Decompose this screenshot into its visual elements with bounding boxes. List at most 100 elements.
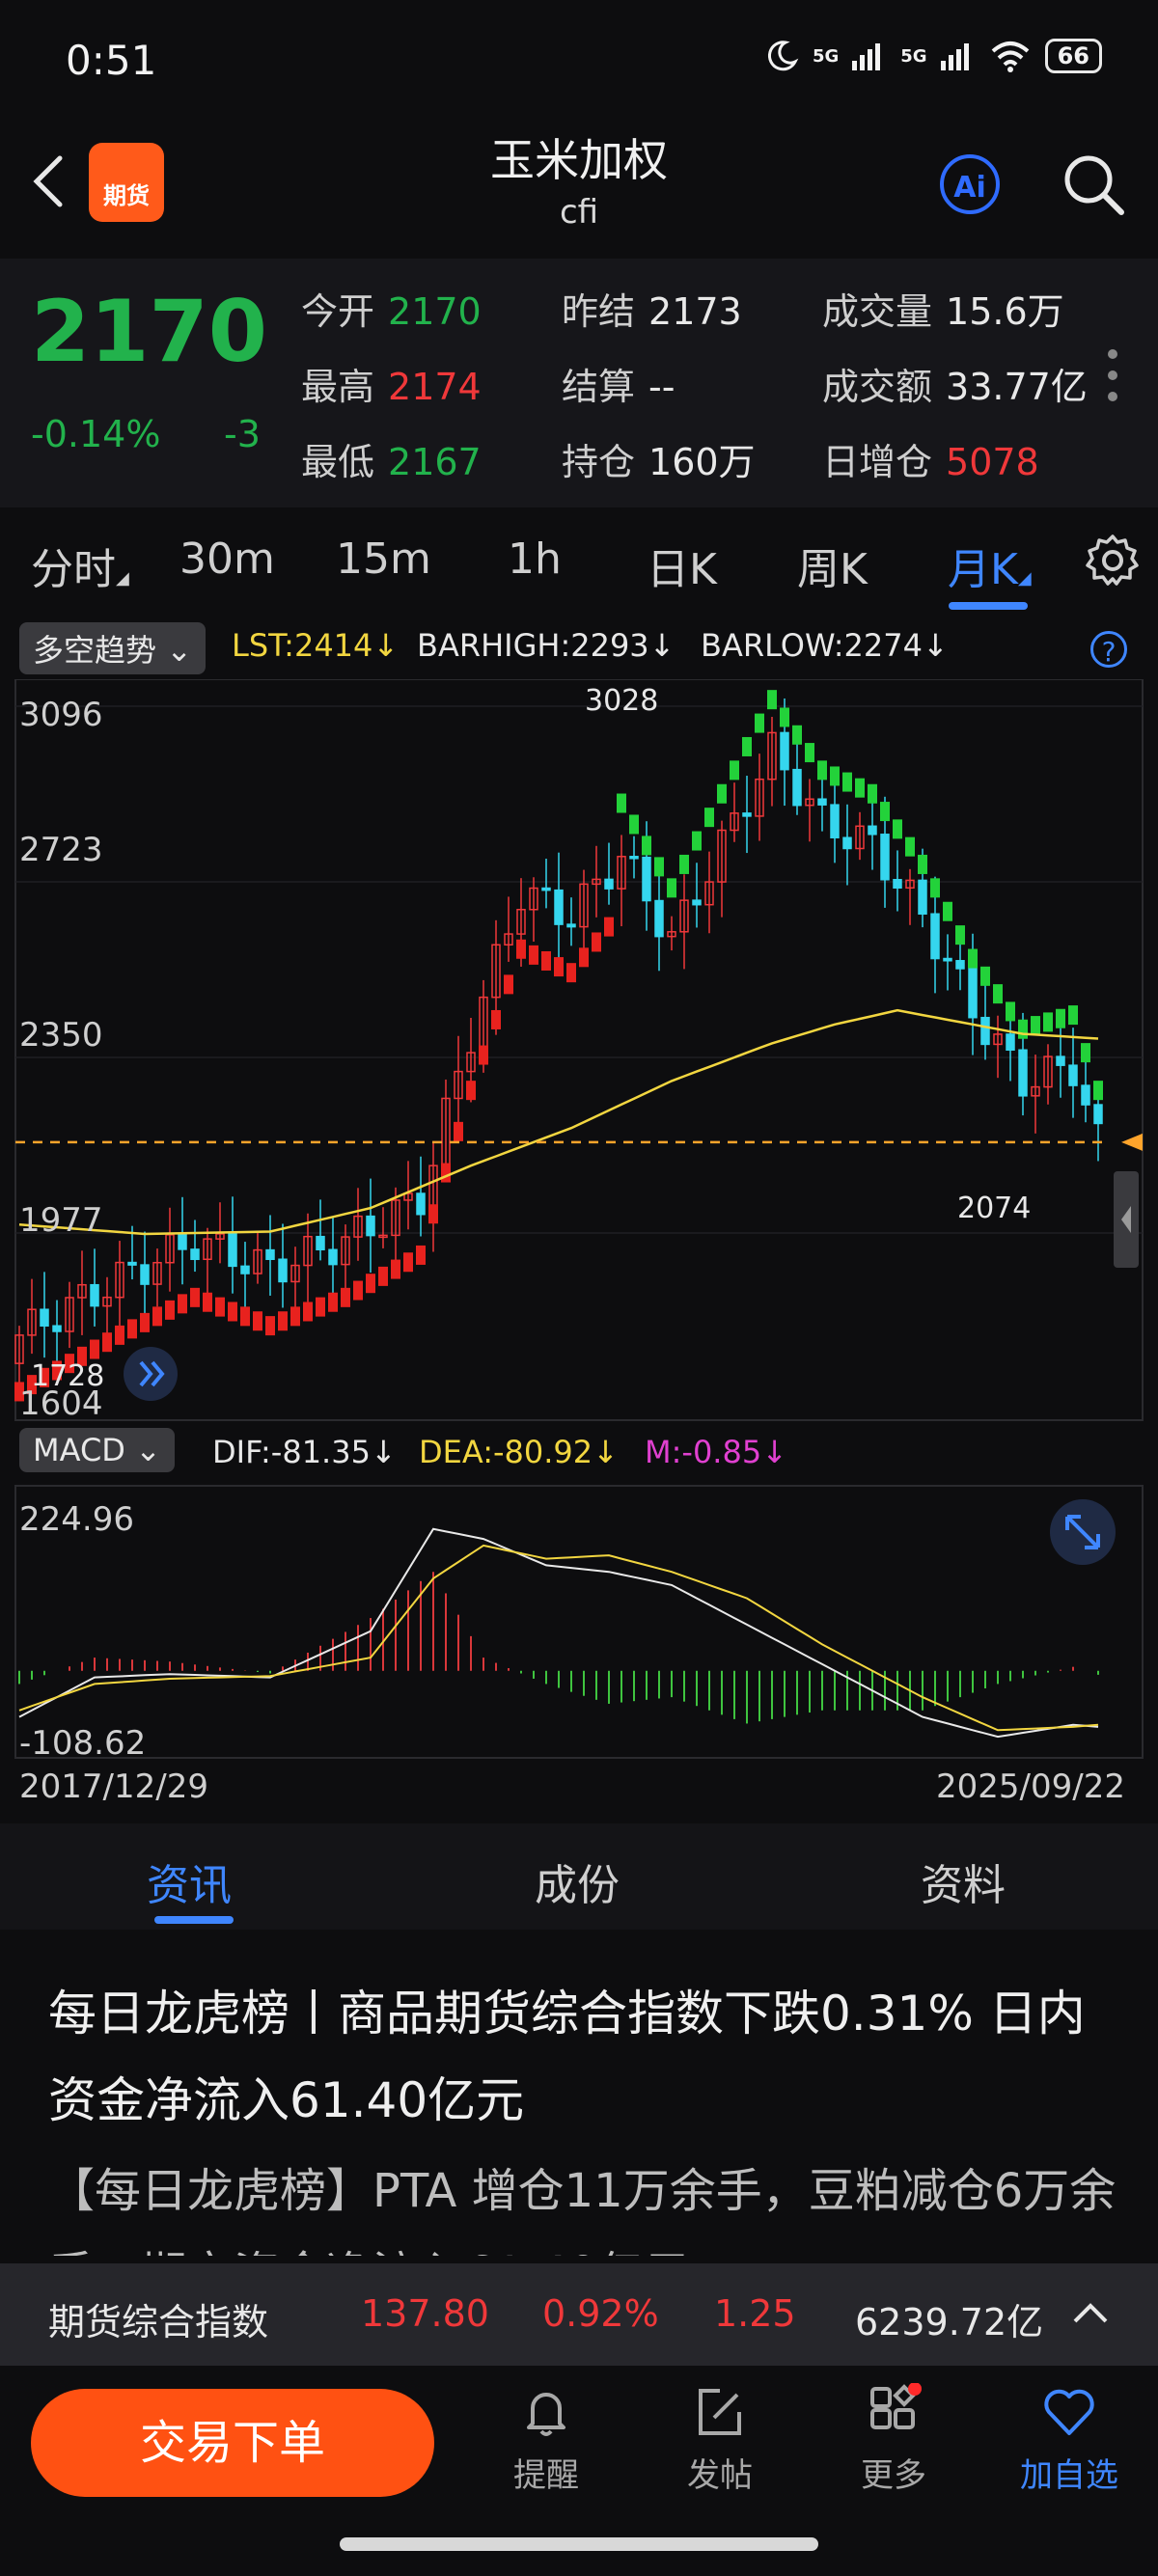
trend-down-marker — [1081, 1043, 1090, 1063]
sub-indicator-select[interactable]: MACD ⌄ — [19, 1428, 175, 1472]
trend-down-marker — [792, 725, 802, 745]
candle-body — [642, 856, 651, 902]
macd-border — [14, 1485, 1144, 1759]
nav-more[interactable]: 更多 — [836, 2383, 951, 2496]
trend-up-marker — [479, 1045, 488, 1065]
tab-day-k[interactable]: 日K — [647, 534, 717, 596]
nav-remind[interactable]: 提醒 — [488, 2383, 604, 2496]
tab-30m[interactable]: 30m — [179, 534, 275, 584]
tab-week-k[interactable]: 周K — [797, 534, 868, 596]
stat-label: 日增仓 — [822, 441, 933, 483]
candle-body — [943, 957, 952, 962]
candle-body — [930, 913, 940, 960]
trend-up-marker — [504, 974, 513, 995]
side-collapse-handle[interactable] — [1114, 1171, 1139, 1268]
trend-down-marker — [780, 707, 789, 727]
tab-info[interactable]: 资料 — [921, 1850, 1006, 1912]
trend-up-marker — [466, 1081, 476, 1101]
nav-label: 发帖 — [687, 2456, 753, 2495]
expand-left-button[interactable] — [124, 1347, 178, 1401]
stat-label: 昨结 — [562, 290, 636, 333]
candle-body — [190, 1248, 200, 1261]
help-icon[interactable]: ? — [1090, 631, 1127, 668]
status-icons: 5G 5G 66 — [764, 39, 1102, 73]
candle-body — [1081, 1084, 1090, 1106]
gear-icon[interactable] — [1085, 533, 1141, 589]
candle-body — [968, 968, 978, 1019]
main-indicator-select[interactable]: 多空趋势 ⌄ — [19, 622, 206, 674]
price-axis-label: 1977 — [19, 1201, 103, 1240]
trend-up-marker — [541, 950, 551, 971]
trend-up-marker — [604, 917, 614, 937]
news-summary[interactable]: 【每日龙虎榜】PTA 增仓11万余手，豆粕减仓6万余手，期市资金净流入61.40… — [48, 2150, 1119, 2256]
trend-up-marker — [366, 1274, 375, 1294]
nav-favorite[interactable]: 加自选 — [1011, 2383, 1127, 2496]
tab-timeshare[interactable]: 分时◢ — [31, 534, 129, 596]
trend-up-marker — [454, 1121, 463, 1141]
trend-down-marker — [930, 878, 940, 898]
trend-up-marker — [566, 963, 576, 983]
chevron-down-icon: ⌄ — [156, 632, 192, 669]
home-indicator — [340, 2537, 818, 2551]
news-headline[interactable]: 每日龙虎榜丨商品期货综合指数下跌0.31% 日内资金净流入61.40亿元 — [48, 1970, 1119, 2144]
search-icon[interactable] — [1062, 152, 1127, 218]
stat-value: 2174 — [388, 366, 482, 408]
trend-up-marker — [203, 1292, 212, 1312]
trend-down-marker — [855, 778, 865, 798]
chevron-up-icon[interactable] — [1071, 2298, 1110, 2327]
candle-body — [554, 889, 564, 925]
tab-components[interactable]: 成份 — [535, 1850, 620, 1912]
ma-line — [18, 1008, 1099, 1236]
trend-up-marker — [215, 1297, 225, 1317]
trend-down-marker — [905, 836, 915, 857]
ai-assistant-icon[interactable]: Ai — [940, 154, 1000, 214]
stat-open-interest: 持仓 160万 — [562, 432, 756, 485]
high-marker-label: 3028 — [585, 684, 658, 718]
tab-15m[interactable]: 15m — [336, 534, 431, 584]
more-stats-icon[interactable] — [1108, 349, 1117, 413]
apps-grid-icon — [870, 2383, 922, 2429]
trend-down-marker — [692, 831, 702, 851]
active-tab-underline — [154, 1916, 234, 1924]
signal-bars-icon — [940, 43, 969, 70]
index-ticker-bar[interactable]: 期货综合指数 137.80 0.92% 1.25 6239.72亿 — [0, 2263, 1158, 2366]
candle-body — [629, 856, 639, 860]
select-label: MACD — [33, 1432, 125, 1468]
candle-body — [692, 899, 702, 906]
index-value: 137.80 — [361, 2292, 489, 2335]
heart-icon — [1044, 2389, 1094, 2435]
ai-label: Ai — [953, 171, 986, 205]
candle-body — [893, 879, 902, 890]
tab-1h[interactable]: 1h — [508, 534, 562, 584]
stat-label: 结算 — [562, 366, 636, 408]
trend-up-marker — [265, 1316, 275, 1336]
trend-layer — [14, 690, 1103, 1402]
trend-down-marker — [654, 857, 664, 877]
candle-body — [1068, 1064, 1078, 1086]
candle-body — [90, 1283, 99, 1307]
tab-news[interactable]: 资讯 — [147, 1850, 232, 1912]
news-tabs: 资讯 成份 资料 — [0, 1823, 1158, 1930]
trend-down-marker — [817, 760, 827, 781]
trend-up-marker — [253, 1311, 262, 1331]
trade-order-button[interactable]: 交易下单 — [31, 2389, 434, 2497]
nav-post[interactable]: 发帖 — [662, 2383, 778, 2496]
nav-label: 更多 — [861, 2456, 926, 2495]
macd-chart[interactable]: 224.96 -108.62 — [0, 1484, 1158, 1760]
stat-volume: 成交量 15.6万 — [822, 282, 1064, 335]
tab-month-k[interactable]: 月K◢ — [948, 534, 1032, 596]
candle-body — [1018, 1049, 1028, 1097]
fullscreen-icon[interactable] — [1050, 1499, 1116, 1565]
date-start: 2017/12/29 — [19, 1768, 208, 1806]
candle-body — [541, 887, 551, 891]
stat-prev-settle: 昨结 2173 — [562, 282, 742, 335]
candle-body — [868, 825, 877, 836]
trend-up-marker — [516, 939, 526, 959]
battery-indicator: 66 — [1044, 39, 1102, 73]
trend-down-marker — [980, 966, 990, 986]
candle-body — [328, 1248, 338, 1266]
kline-chart[interactable]: 3096 2723 2350 1977 1604 3028 2074 1728 — [0, 679, 1158, 1422]
candle-body — [792, 768, 802, 807]
last-price: 2170 — [31, 282, 267, 381]
trend-down-marker — [1031, 1016, 1040, 1036]
